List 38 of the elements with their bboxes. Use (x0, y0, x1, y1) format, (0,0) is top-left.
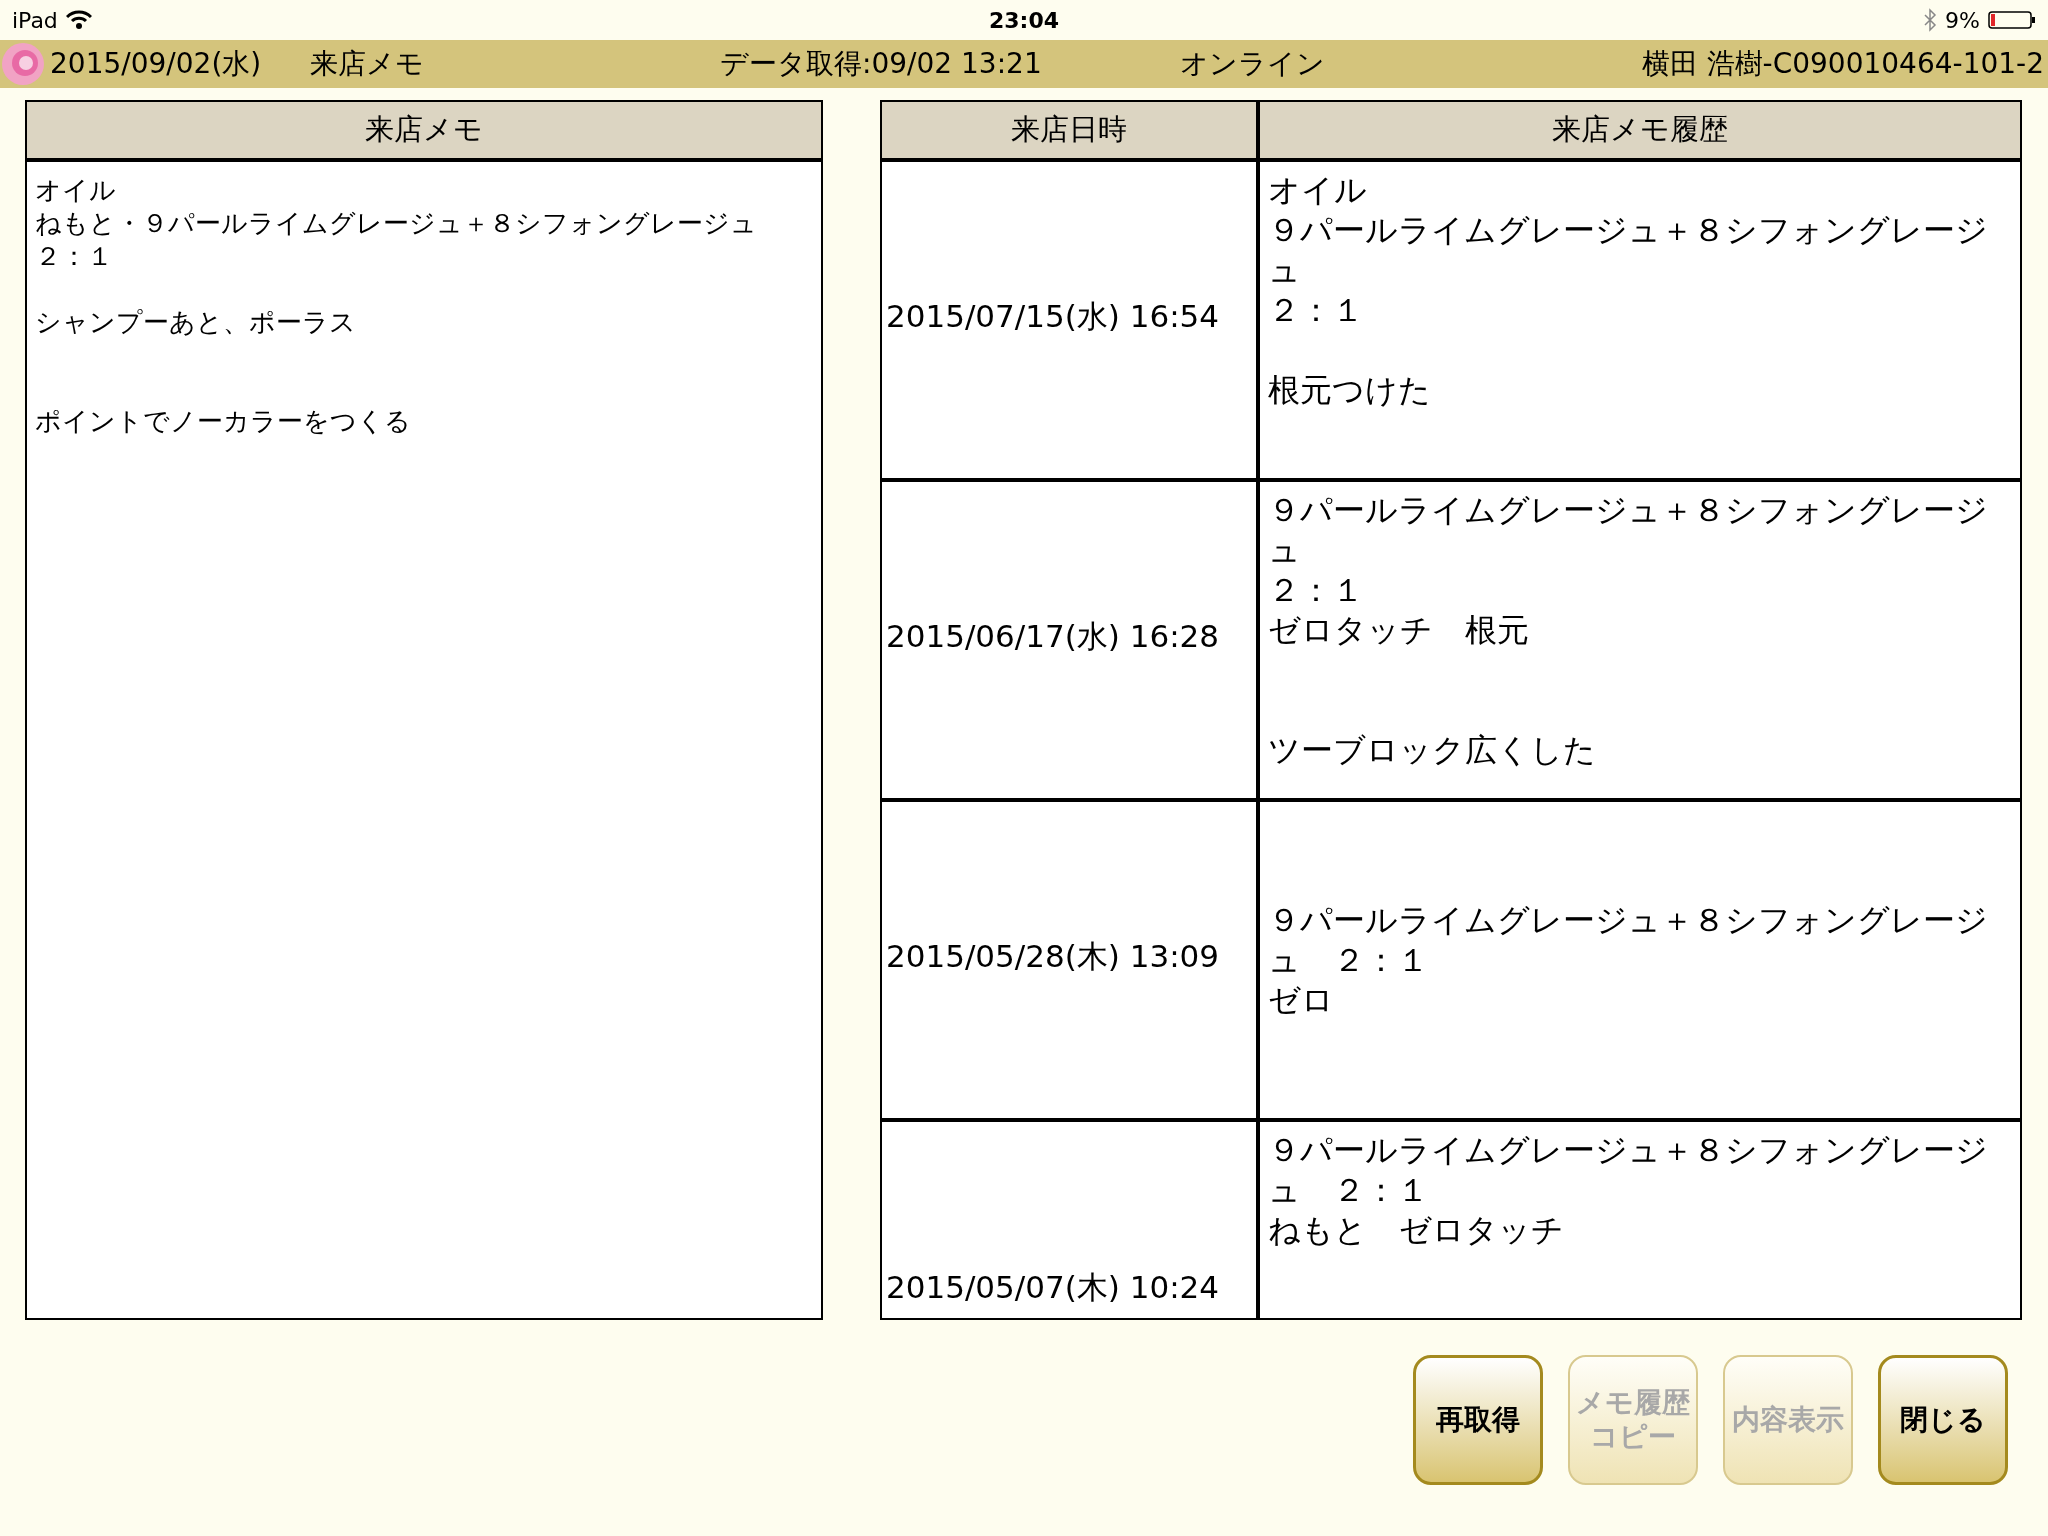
column-header: 来店日時 (882, 102, 1260, 158)
memo-line: ポイントでノーカラーをつくる (35, 405, 412, 438)
action-button[interactable]: 閉じる (1878, 1355, 2008, 1485)
memo-line: ９パールライムグレージュ＋８シフォングレージュ ２：１ (1268, 900, 1989, 980)
datetime-cell: 2015/05/28(木) 13:09 (882, 802, 1260, 1118)
data-fetch-time: データ取得:09/02 13:21 (720, 46, 1043, 82)
memo-line: ゼロ (1268, 980, 1335, 1020)
memo-heading: 来店メモ (27, 102, 821, 162)
memo-line: ツーブロック広くした (1268, 730, 1597, 770)
memo-line: オイル (1268, 170, 1368, 210)
memo-line: ９パールライムグレージュ＋８シフォングレージュ (1268, 210, 1989, 290)
memo-line: オイル (35, 174, 117, 207)
action-button[interactable]: 再取得 (1413, 1355, 1543, 1485)
memo-line: ２：１ (1268, 570, 1365, 610)
battery-percent: 9% (1945, 6, 1980, 35)
memo-line: ２：１ (35, 240, 114, 273)
clock: 23:04 (989, 6, 1059, 35)
memo-line: ９パールライムグレージュ＋８シフォングレージュ ２：１ (1268, 1130, 1989, 1210)
connection-status: オンライン (1180, 46, 1326, 82)
datetime-cell: 2015/05/07(木) 10:24 (882, 1122, 1260, 1318)
memo-line: 根元つけた (1268, 370, 1432, 410)
datetime-cell: 2015/07/15(水) 16:54 (882, 162, 1260, 478)
memo-line: シャンプーあと、ポーラス (35, 306, 357, 339)
memo-line: ねもと・９パールライムグレージュ＋８シフォングレージュ (35, 207, 758, 240)
memo-line: ９パールライムグレージュ＋８シフォングレージュ (1268, 490, 1989, 570)
device-name: iPad (12, 6, 58, 35)
memo-line: ゼロタッチ 根元 (1268, 610, 1530, 650)
header-title: 来店メモ (310, 46, 425, 82)
datetime-cell: 2015/06/17(水) 16:28 (882, 482, 1260, 798)
logo-icon (0, 41, 46, 87)
column-header: 来店メモ履歴 (1551, 111, 1729, 149)
memo-line: ねもと ゼロタッチ (1268, 1210, 1565, 1250)
header-date: 2015/09/02(水) (50, 46, 263, 82)
bluetooth-icon (1923, 8, 1938, 32)
battery-icon (1988, 10, 2036, 30)
wifi-icon (65, 10, 92, 30)
user-info: 横田 浩樹-C090010464-101-2 (1641, 46, 2044, 82)
memo-line: ２：１ (1268, 290, 1365, 330)
